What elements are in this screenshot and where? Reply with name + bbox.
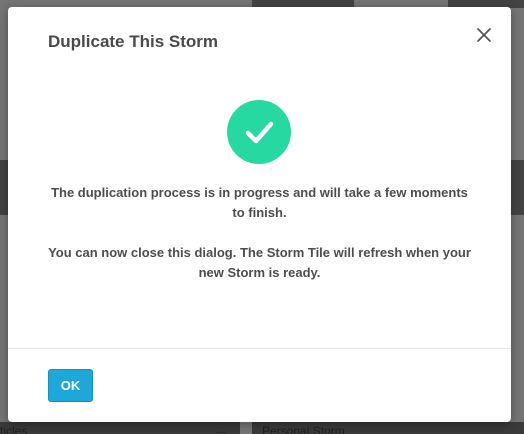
close-icon	[477, 28, 491, 42]
close-info-message: You can now close this dialog. The Storm…	[48, 245, 471, 280]
success-status-icon	[227, 100, 291, 164]
ok-button[interactable]: OK	[48, 369, 93, 402]
duplicate-storm-dialog: Duplicate This Storm The duplication pro…	[8, 7, 511, 422]
footer-divider	[8, 348, 511, 349]
progress-message: The duplication process is in progress a…	[51, 185, 468, 220]
close-button[interactable]	[472, 23, 496, 47]
checkmark-icon	[245, 121, 274, 144]
dialog-title: Duplicate This Storm	[48, 32, 219, 51]
